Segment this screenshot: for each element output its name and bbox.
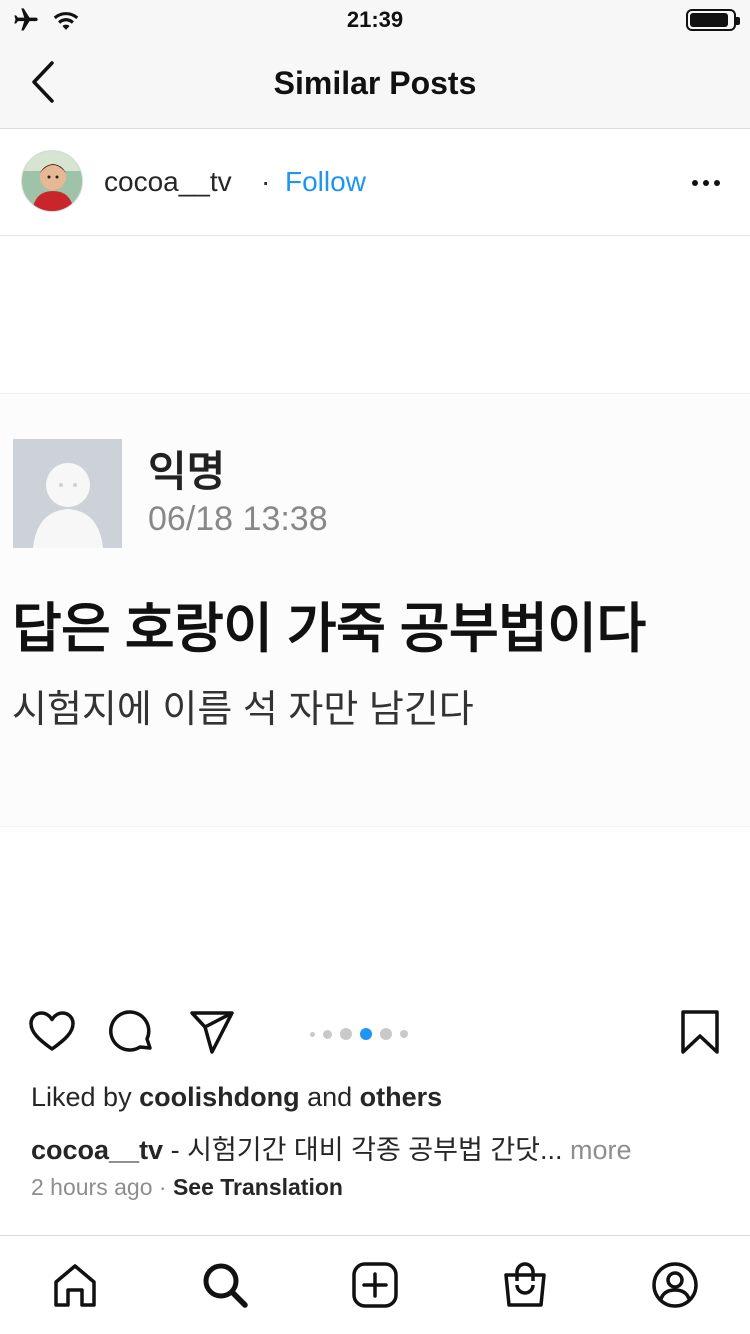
image-card: 익명 06/18 13:38 답은 호랑이 가죽 공부법이다 시험지에 이름 석…: [0, 393, 750, 827]
post-header: cocoa__tv · Follow: [0, 129, 750, 236]
caption: cocoa__tv - 시험기간 대비 각종 공부법 간닷... more: [31, 1128, 731, 1167]
avatar[interactable]: [21, 150, 83, 212]
action-bar: [0, 986, 750, 1082]
likes-line: Liked by coolishdong and others: [31, 1082, 442, 1113]
see-translation-link[interactable]: See Translation: [173, 1174, 343, 1200]
carousel-dot: [400, 1030, 408, 1038]
liked-by-user[interactable]: coolishdong: [139, 1082, 299, 1112]
image-subtext: 시험지에 이름 석 자만 남긴다: [12, 689, 474, 731]
image-post-date: 06/18 13:38: [148, 500, 328, 538]
likes-prefix: Liked by: [31, 1082, 132, 1112]
caption-username[interactable]: cocoa__tv: [31, 1135, 163, 1165]
tab-profile[interactable]: [650, 1260, 700, 1310]
carousel-dot: [310, 1031, 315, 1037]
home-icon: [54, 1264, 96, 1307]
tab-create[interactable]: [350, 1260, 400, 1310]
caption-more-link[interactable]: more: [570, 1135, 632, 1165]
battery-icon: [686, 9, 740, 31]
more-dot: [692, 180, 698, 186]
image-headline: 답은 호랑이 가죽 공부법이다: [12, 599, 646, 659]
avatar-image: [22, 151, 82, 211]
bottom-tab-bar: [0, 1235, 750, 1334]
comment-button[interactable]: [108, 1008, 156, 1056]
post-username[interactable]: cocoa__tv: [104, 166, 232, 198]
comment-icon: [109, 1010, 152, 1052]
caption-text: - 시험기간 대비 각종 공부법 간닷...: [163, 1135, 563, 1165]
share-icon: [190, 1011, 234, 1054]
anonymous-avatar-icon: [13, 439, 122, 548]
tab-home[interactable]: [50, 1260, 100, 1310]
share-button[interactable]: [188, 1008, 236, 1056]
carousel-dot: [323, 1029, 332, 1039]
more-dot: [703, 180, 709, 186]
carousel-dot: [340, 1028, 352, 1040]
like-button[interactable]: [28, 1008, 76, 1056]
carousel-dot: [380, 1028, 392, 1040]
separator-dot: ·: [261, 166, 271, 197]
page-title: Similar Posts: [273, 65, 477, 101]
battery-level: [690, 13, 728, 27]
more-options-button[interactable]: [686, 165, 726, 201]
shop-icon: [504, 1262, 546, 1307]
add-icon: [352, 1262, 398, 1308]
status-bar: 21:39: [0, 0, 750, 40]
meta-separator: ·: [158, 1174, 167, 1200]
post-time: 2 hours ago: [31, 1174, 153, 1200]
image-author-name: 익명: [148, 448, 226, 495]
status-time: 21:39: [346, 7, 404, 32]
profile-icon: [652, 1262, 698, 1308]
more-dot: [714, 180, 720, 186]
tab-search[interactable]: [200, 1260, 250, 1310]
search-icon: [203, 1263, 248, 1308]
follow-button[interactable]: Follow: [285, 166, 366, 198]
tab-shop[interactable]: [500, 1260, 550, 1310]
save-button[interactable]: [676, 1008, 724, 1056]
carousel-indicator: [310, 1028, 408, 1040]
app-screen: 21:39 Similar Posts cocoa__tv · Follow 익…: [0, 0, 750, 1334]
liked-by-others[interactable]: others: [360, 1082, 443, 1112]
carousel-dot-active: [360, 1028, 372, 1040]
nav-bar: Similar Posts: [0, 40, 750, 129]
likes-connector: and: [307, 1082, 353, 1112]
bookmark-icon: [681, 1010, 719, 1054]
post-meta: 2 hours ago · See Translation: [31, 1174, 343, 1201]
post-image[interactable]: 익명 06/18 13:38 답은 호랑이 가죽 공부법이다 시험지에 이름 석…: [0, 236, 750, 986]
heart-icon: [29, 1011, 75, 1051]
